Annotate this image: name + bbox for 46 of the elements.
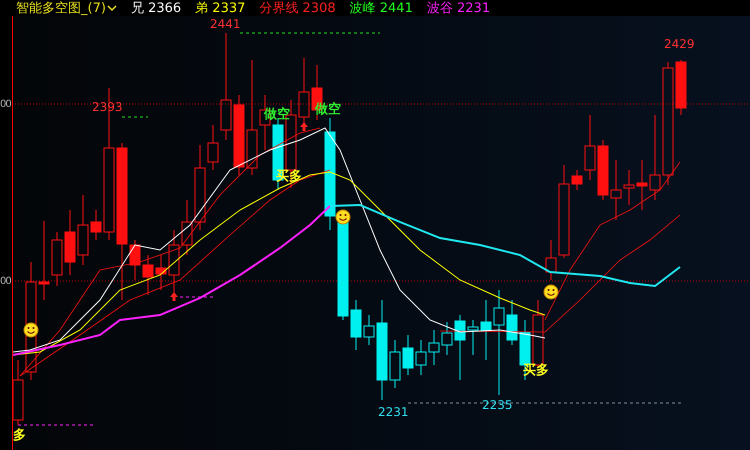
candlestick [90,210,102,240]
signal-label: 多 [13,429,26,443]
candlestick [468,320,478,356]
indicator-value: 兄 2366 [130,0,182,17]
candlestick [156,254,166,290]
smiley-icon [544,284,558,300]
chevron-down-icon[interactable] [106,4,117,12]
candlestick [624,170,634,206]
candlestick [480,300,492,360]
indicator-value: 弟 2337 [195,0,246,17]
candlestick [598,140,608,200]
candlestick [364,314,374,346]
candlestick [142,254,154,296]
price-label: 2235 [482,399,513,411]
axis-tick-label: 00 [0,99,11,110]
candlestick [454,314,466,380]
candlestick [676,60,686,116]
candlestick [402,334,414,376]
candlestick [390,340,400,388]
up-arrow-icon [300,122,308,131]
candlestick [64,210,76,276]
candlestick [350,300,362,350]
indicator-value: 波峰 2441 [350,0,413,17]
price-label: 2441 [210,18,241,30]
candlestick [182,200,192,256]
candlestick [546,240,556,280]
candlestick [78,194,88,266]
indicator-title: 智能多空图_(7) [16,0,106,17]
smiley-icon [336,210,350,224]
price-label: 2231 [378,406,409,418]
candlestick [428,330,440,366]
candlestick [416,340,426,376]
candlestick [298,58,310,126]
smiley-icon [24,322,38,338]
indicator-value: 分界线 2308 [259,0,336,17]
candlestick [208,124,218,170]
candlestick [130,240,140,280]
candlestick [506,300,518,346]
indicator-value: 波谷 2231 [426,0,490,17]
candlestick [572,170,582,190]
candlestick [584,114,596,180]
candlestick [442,322,452,356]
candlestick [52,232,62,286]
up-arrow-icon [170,292,178,301]
axis-tick-label: 00 [0,276,11,287]
price-label: 2429 [664,38,695,50]
